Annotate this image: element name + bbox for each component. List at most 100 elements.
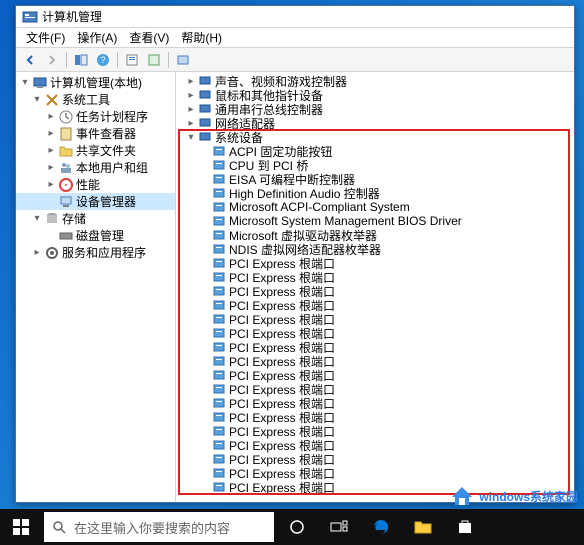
menubar: 文件(F) 操作(A) 查看(V) 帮助(H) — [16, 28, 574, 48]
tree-root[interactable]: ▾ 计算机管理(本地) — [16, 74, 175, 91]
chevron-right-icon[interactable]: ▸ — [184, 104, 198, 115]
tools-icon — [44, 92, 60, 108]
device-item[interactable]: Microsoft ACPI-Compliant System — [176, 200, 574, 214]
refresh-button[interactable] — [144, 50, 164, 70]
start-button[interactable] — [0, 509, 42, 545]
window-title: 计算机管理 — [42, 8, 102, 25]
device-icon — [212, 340, 226, 354]
tree-pane[interactable]: ▾ 计算机管理(本地) ▾ 系统工具 ▸ 任务计划程序 ▸ 事件查看器 ▸ — [16, 72, 176, 502]
chevron-down-icon[interactable]: ▾ — [18, 77, 32, 88]
device-list-pane[interactable]: ▸声音、视频和游戏控制器▸鼠标和其他指针设备▸通用串行总线控制器▸网络适配器 ▾… — [176, 72, 574, 502]
device-icon — [212, 396, 226, 410]
computer-management-window: 计算机管理 文件(F) 操作(A) 查看(V) 帮助(H) ? ▾ 计算机管理(… — [15, 5, 575, 503]
device-category-icon — [198, 74, 212, 88]
device-label: High Definition Audio 控制器 — [229, 185, 380, 202]
chevron-right-icon[interactable]: ▸ — [184, 76, 198, 87]
show-hide-button[interactable] — [71, 50, 91, 70]
device-icon — [212, 214, 226, 228]
tree-label: 事件查看器 — [76, 125, 136, 142]
separator — [117, 52, 118, 68]
forward-button[interactable] — [42, 50, 62, 70]
tree-storage[interactable]: ▾ 存储 — [16, 210, 175, 227]
chevron-right-icon[interactable]: ▸ — [44, 179, 58, 190]
chevron-right-icon[interactable]: ▸ — [44, 145, 58, 156]
search-placeholder: 在这里输入你要搜索的内容 — [74, 518, 230, 537]
search-box[interactable]: 在这里输入你要搜索的内容 — [44, 512, 274, 542]
device-label: Microsoft ACPI-Compliant System — [229, 200, 410, 214]
store-button[interactable] — [444, 509, 486, 545]
tree-disk-management[interactable]: 磁盘管理 — [16, 227, 175, 244]
taskbar: 在这里输入你要搜索的内容 — [0, 509, 584, 545]
disk-icon — [58, 228, 74, 244]
device-icon — [212, 158, 226, 172]
tree-label: 本地用户和组 — [76, 159, 148, 176]
device-icon — [212, 354, 226, 368]
separator — [66, 52, 67, 68]
tree-task-scheduler[interactable]: ▸ 任务计划程序 — [16, 108, 175, 125]
device-icon — [212, 242, 226, 256]
device-icon — [212, 312, 226, 326]
chevron-down-icon[interactable]: ▾ — [184, 132, 198, 143]
edge-button[interactable] — [360, 509, 402, 545]
tree-label: 设备管理器 — [76, 193, 136, 210]
help-button[interactable]: ? — [93, 50, 113, 70]
device-icon — [212, 438, 226, 452]
device-icon — [212, 256, 226, 270]
chevron-right-icon[interactable]: ▸ — [184, 118, 198, 129]
chevron-right-icon[interactable]: ▸ — [44, 128, 58, 139]
cortana-button[interactable] — [276, 509, 318, 545]
chevron-right-icon[interactable]: ▸ — [44, 162, 58, 173]
watermark-text: windows系统家园 — [479, 488, 578, 505]
device-icon — [212, 186, 226, 200]
tree-performance[interactable]: ▸ 性能 — [16, 176, 175, 193]
tree-label: 服务和应用程序 — [62, 244, 146, 261]
tree-label: 任务计划程序 — [76, 108, 148, 125]
chevron-right-icon[interactable]: ▸ — [184, 90, 198, 101]
storage-icon — [44, 211, 60, 227]
menu-view[interactable]: 查看(V) — [123, 29, 175, 46]
tree-label: 系统工具 — [62, 91, 110, 108]
watermark: windows系统家园 — [449, 485, 578, 507]
menu-file[interactable]: 文件(F) — [20, 29, 71, 46]
device-manager-icon — [58, 194, 74, 210]
task-icons — [276, 509, 486, 545]
tree-system-tools[interactable]: ▾ 系统工具 — [16, 91, 175, 108]
chevron-down-icon[interactable]: ▾ — [30, 213, 44, 224]
tree-event-viewer[interactable]: ▸ 事件查看器 — [16, 125, 175, 142]
device-icon — [212, 424, 226, 438]
tree-label: 存储 — [62, 210, 86, 227]
tree-shared-folders[interactable]: ▸ 共享文件夹 — [16, 142, 175, 159]
menu-help[interactable]: 帮助(H) — [175, 29, 228, 46]
device-icon — [212, 452, 226, 466]
house-icon — [449, 485, 475, 507]
toolbar: ? — [16, 48, 574, 72]
device-icon — [212, 382, 226, 396]
device-icon — [212, 480, 226, 494]
tree-local-users[interactable]: ▸ 本地用户和组 — [16, 159, 175, 176]
app-icon — [22, 9, 38, 25]
menu-action[interactable]: 操作(A) — [71, 29, 123, 46]
device-icon — [212, 284, 226, 298]
device-icon — [212, 326, 226, 340]
tree-label: 性能 — [76, 176, 100, 193]
device-label: PCI Express 根端口 — [229, 479, 335, 496]
chevron-right-icon[interactable]: ▸ — [44, 111, 58, 122]
tree-label: 磁盘管理 — [76, 227, 124, 244]
device-icon — [212, 200, 226, 214]
tree-services-apps[interactable]: ▸ 服务和应用程序 — [16, 244, 175, 261]
device-category-icon — [198, 102, 212, 116]
task-view-button[interactable] — [318, 509, 360, 545]
titlebar[interactable]: 计算机管理 — [16, 6, 574, 28]
device-item[interactable]: High Definition Audio 控制器 — [176, 186, 574, 200]
tree-device-manager[interactable]: 设备管理器 — [16, 193, 175, 210]
explorer-button[interactable] — [402, 509, 444, 545]
device-icon — [212, 144, 226, 158]
folder-icon — [58, 143, 74, 159]
back-button[interactable] — [20, 50, 40, 70]
chevron-right-icon[interactable]: ▸ — [30, 247, 44, 258]
device-icon — [212, 172, 226, 186]
chevron-down-icon[interactable]: ▾ — [30, 94, 44, 105]
device-category-icon — [198, 88, 212, 102]
properties-button[interactable] — [122, 50, 142, 70]
scan-button[interactable] — [173, 50, 193, 70]
